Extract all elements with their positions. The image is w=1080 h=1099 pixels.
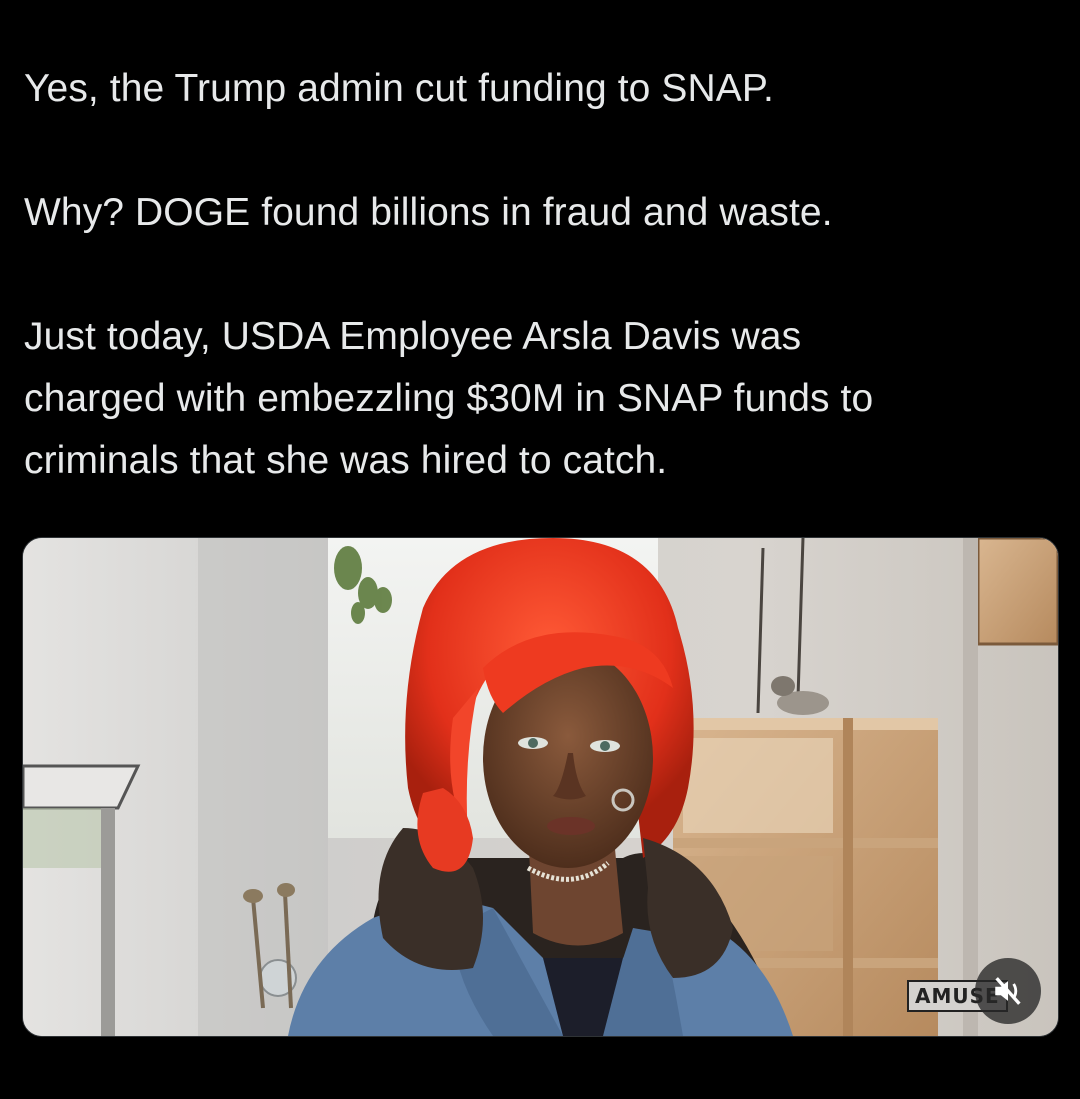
post-text: Yes, the Trump admin cut funding to SNAP… [24,58,1054,492]
post-line-3c: criminals that she was hired to catch. [24,439,668,482]
post-line-3b: charged with embezzling $30M in SNAP fun… [24,377,874,420]
post-line-1: Yes, the Trump admin cut funding to SNAP… [24,67,774,110]
post-line-2: Why? DOGE found billions in fraud and wa… [24,191,833,234]
speaker-muted-icon [995,977,1021,1005]
post-line-3a: Just today, USDA Employee Arsla Davis wa… [24,315,802,358]
video-frame [23,538,1058,1036]
video-player[interactable]: AMUSE [22,537,1059,1037]
mute-toggle-button[interactable] [975,958,1041,1024]
